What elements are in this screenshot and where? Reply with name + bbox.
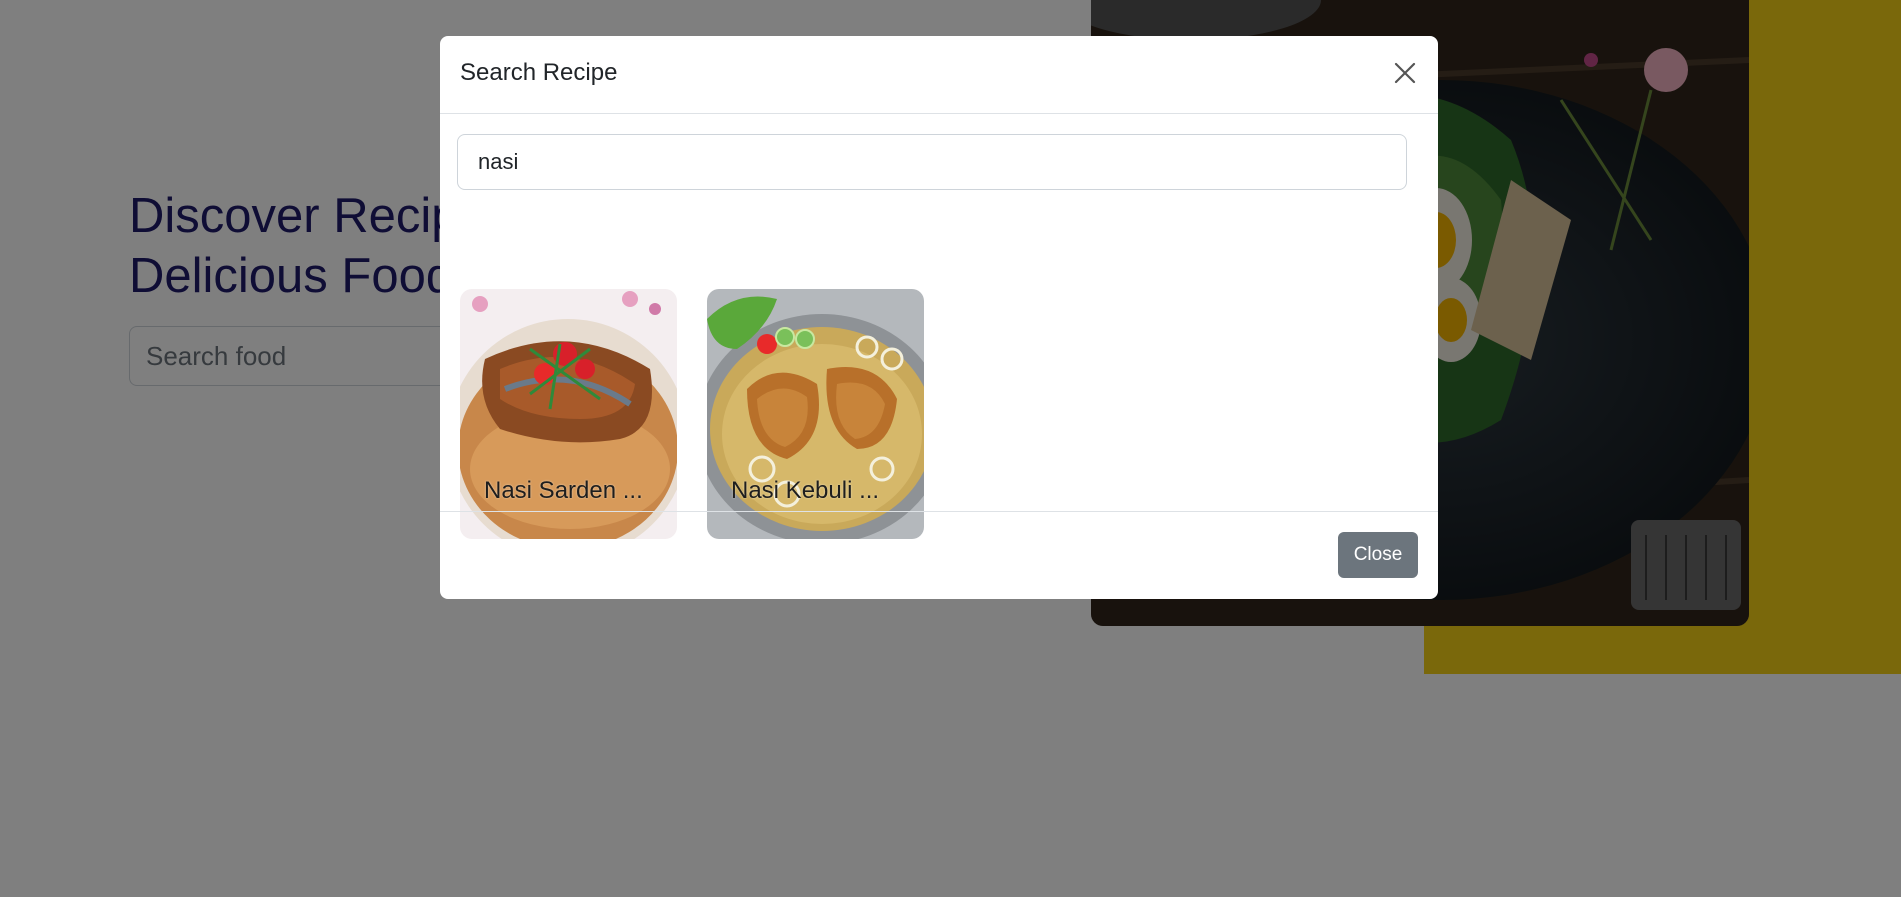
result-label: Nasi Kebuli ... [731, 477, 880, 504]
result-card-nasi-kebuli[interactable]: Nasi Kebuli ... [707, 289, 924, 539]
modal-footer: Close [440, 511, 1438, 599]
result-label: Nasi Sarden ... [484, 477, 643, 504]
result-card-nasi-sarden[interactable]: Nasi Sarden ... [460, 289, 677, 539]
modal-header: Search Recipe [440, 36, 1438, 114]
search-recipe-modal: Search Recipe nasi Nasi Sarden ... Nasi … [440, 36, 1438, 599]
modal-body: Nasi Sarden ... [440, 114, 1438, 539]
modal-title: Search Recipe [460, 59, 618, 86]
close-button[interactable]: Close [1338, 532, 1418, 578]
recipe-search-input[interactable] [457, 134, 1407, 190]
close-icon[interactable] [1390, 58, 1420, 88]
